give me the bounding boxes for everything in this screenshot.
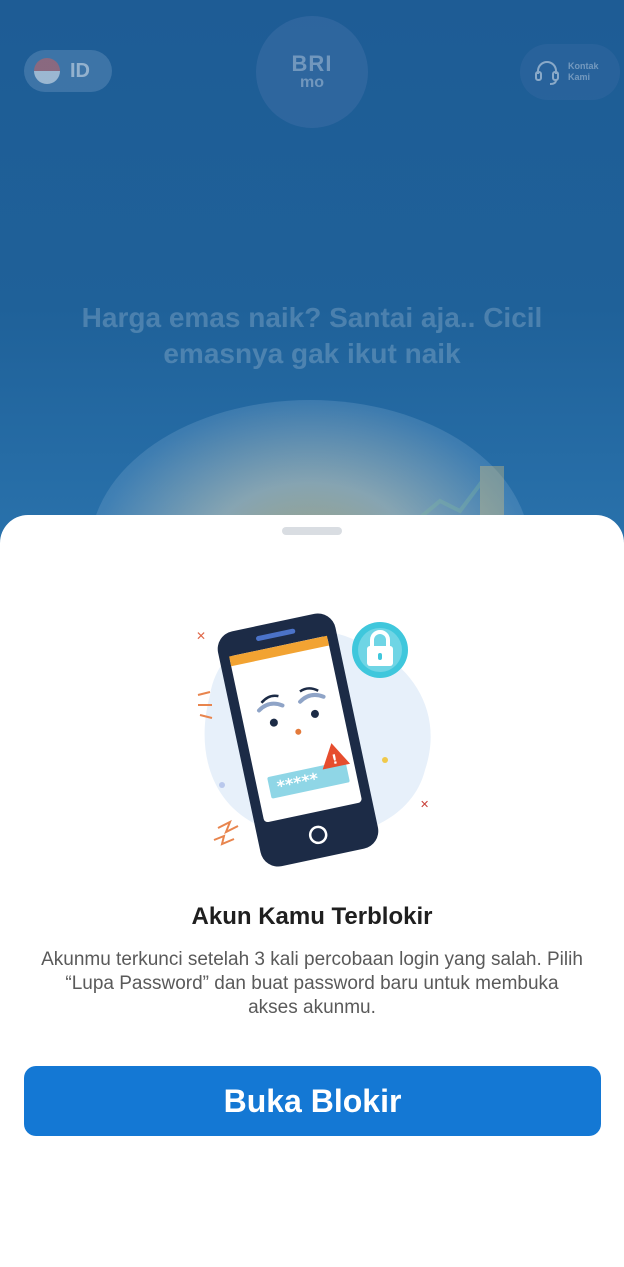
logo-text-line1: BRI <box>291 51 333 76</box>
drag-handle[interactable] <box>282 527 342 535</box>
svg-text:✕: ✕ <box>420 798 429 811</box>
logo-text-line2: mo <box>300 74 324 91</box>
language-selector[interactable]: ID <box>24 50 112 92</box>
sheet-description: Akunmu terkunci setelah 3 kali percobaan… <box>41 949 583 1018</box>
contact-label: Kontak Kami <box>568 61 599 82</box>
account-blocked-sheet: ✕ ✕ ***** ! Akun Kamu Terblokir Akunmu t… <box>0 515 624 1267</box>
background-screen: ID BRI mo Kontak Kami Harga emas naik? S… <box>0 0 624 560</box>
indonesia-flag-icon <box>34 58 60 84</box>
app-logo: BRI mo <box>256 16 368 128</box>
contact-button[interactable]: Kontak Kami <box>520 44 620 100</box>
headset-icon <box>535 61 559 85</box>
locked-phone-illustration: ✕ ✕ ***** ! <box>196 613 431 867</box>
svg-text:✕: ✕ <box>196 629 206 643</box>
promo-headline: Harga emas naik? Santai aja.. Cicil emas… <box>81 302 543 369</box>
unblock-button[interactable]: Buka Blokir <box>24 1066 601 1136</box>
sheet-title: Akun Kamu Terblokir <box>191 903 433 930</box>
language-code: ID <box>70 59 90 82</box>
